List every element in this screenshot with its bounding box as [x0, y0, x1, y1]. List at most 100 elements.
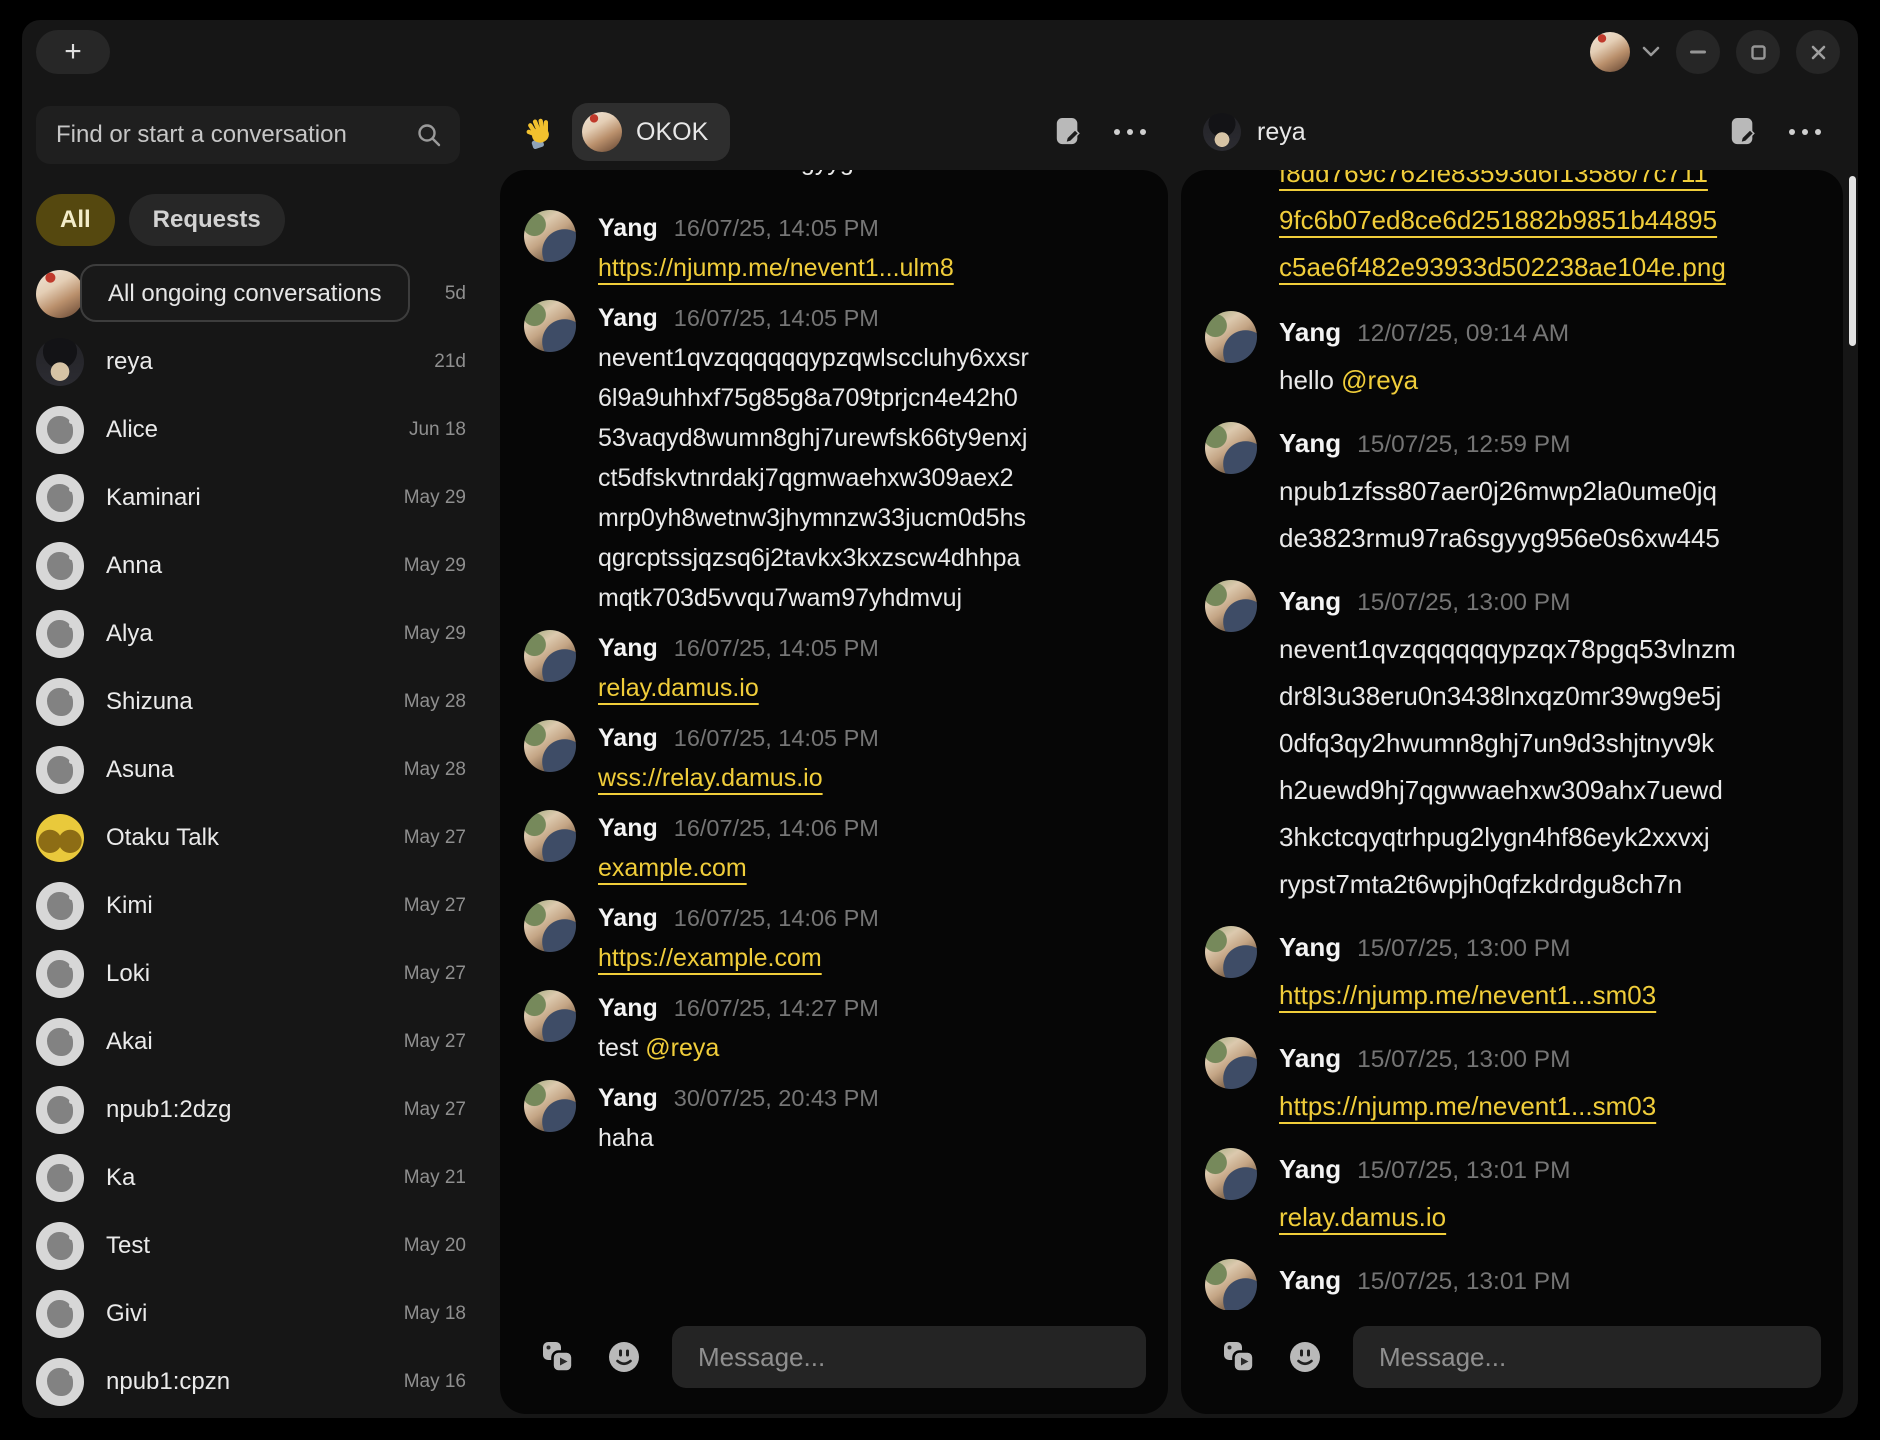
note-icon[interactable]: [1729, 116, 1757, 148]
more-options-icon[interactable]: [1789, 129, 1821, 135]
message: Yang 12/07/25, 09:14 AM hello @reya: [1205, 309, 1819, 404]
chat-reya-avatar[interactable]: [1203, 113, 1241, 151]
conversation-item[interactable]: reya21d: [36, 328, 466, 396]
emoji-icon[interactable]: [1287, 1339, 1323, 1375]
message: Yang30/07/25, 20:43 PMhaha: [524, 1078, 1144, 1158]
avatar: [1205, 580, 1257, 632]
message-text: mrp0yh8wetnw3jhymnzw33jucm0d5hs: [598, 498, 1029, 538]
message: Yang15/07/25, 12:59 PMnpub1zfss807aer0j2…: [1205, 420, 1819, 562]
message-author: Yang: [1279, 1146, 1341, 1193]
avatar: [36, 1222, 84, 1270]
new-conversation-button[interactable]: +: [36, 30, 110, 74]
message-timestamp: 16/07/25, 14:05 PM: [674, 718, 879, 758]
message-text: de3823rmu97ra6sgyyg956e0s6xw445: [1279, 515, 1720, 562]
search-box[interactable]: [36, 106, 460, 164]
mention[interactable]: @reya: [645, 1034, 719, 1062]
message-text: 3hkctcqyqtrhpug2lygn4hf86eyk2xxvxj: [1279, 814, 1736, 861]
message-input[interactable]: [1353, 1326, 1821, 1388]
conversation-item[interactable]: KaMay 21: [36, 1144, 466, 1212]
tab-all[interactable]: All: [36, 194, 115, 246]
message-author: Yang: [1279, 924, 1341, 971]
message: f8dd769c762fe83593d6f13586/7c7119fc6b07e…: [1205, 170, 1819, 291]
chat-reya-composer: [1181, 1310, 1843, 1414]
message-text: test: [598, 1034, 645, 1062]
more-options-icon[interactable]: [1114, 129, 1146, 135]
message-timestamp: 12/07/25, 09:14 AM: [1357, 310, 1569, 357]
attach-media-icon[interactable]: [540, 1339, 576, 1375]
conversation-item[interactable]: npub1:2dzgMay 27: [36, 1076, 466, 1144]
conversation-item[interactable]: KaminariMay 29: [36, 464, 466, 532]
message-link[interactable]: wss://relay.damus.io: [598, 758, 879, 798]
conversation-date: May 20: [404, 1235, 466, 1257]
message-text: nevent1qvzqqqqqqypzqwlsccluhy6xxsr: [598, 338, 1029, 378]
message: Yang16/07/25, 14:06 PMhttps://example.co…: [524, 898, 1144, 978]
chat-okok-header: OKOK: [500, 94, 1168, 170]
conversation-date: May 16: [404, 1371, 466, 1393]
message-timestamp: 15/07/25, 13:00 PM: [1357, 925, 1570, 972]
message-author: Yang: [598, 718, 658, 758]
conversation-item[interactable]: ShizunaMay 28: [36, 668, 466, 736]
note-icon[interactable]: [1054, 116, 1082, 148]
message-link[interactable]: c5ae6f482e93933d502238ae104e.png: [1279, 244, 1726, 291]
conversation-item[interactable]: AkaiMay 27: [36, 1008, 466, 1076]
avatar: [524, 1080, 576, 1132]
message: de3823rmu97ra6sgyyg956e0s6xw445: [524, 170, 1144, 196]
chat-okok-title-pill[interactable]: OKOK: [572, 103, 730, 161]
message-link[interactable]: f8dd769c762fe83593d6f13586/7c711: [1279, 170, 1726, 197]
avatar: [36, 338, 84, 386]
avatar: [36, 270, 84, 318]
conversation-item[interactable]: TestMay 20: [36, 1212, 466, 1280]
message-link[interactable]: example.com: [598, 848, 879, 888]
message-author: Yang: [1279, 578, 1341, 625]
conversation-item[interactable]: LokiMay 27: [36, 940, 466, 1008]
avatar: [36, 882, 84, 930]
chevron-down-icon[interactable]: [1642, 46, 1660, 58]
message: Yang 16/07/25, 14:27 PM test @reya: [524, 988, 1144, 1068]
mention[interactable]: @reya: [1341, 365, 1418, 395]
conversation-date: May 28: [404, 759, 466, 781]
message-link[interactable]: relay.damus.io: [598, 668, 879, 708]
message: Yang15/07/25, 13:01 PMrelay.damus.io: [1205, 1146, 1819, 1241]
conversation-item[interactable]: AnnaMay 29: [36, 532, 466, 600]
avatar: [36, 1358, 84, 1406]
close-button[interactable]: [1796, 30, 1840, 74]
message-link[interactable]: https://example.com: [598, 938, 879, 978]
tab-requests[interactable]: Requests: [129, 194, 285, 246]
attach-media-icon[interactable]: [1221, 1339, 1257, 1375]
message-link[interactable]: 9fc6b07ed8ce6d251882b9851b44895: [1279, 197, 1726, 244]
emoji-icon[interactable]: [606, 1339, 642, 1375]
conversation-item[interactable]: Otaku TalkMay 27: [36, 804, 466, 872]
message-text: hello: [1279, 365, 1341, 395]
message-link[interactable]: relay.damus.io: [1279, 1194, 1570, 1241]
message-link[interactable]: https://njump.me/nevent1...sm03: [1279, 1083, 1656, 1130]
conversation-item[interactable]: AlyaMay 29: [36, 600, 466, 668]
message-text: dr8l3u38eru0n3438lnxqz0mr39wg9e5j: [1279, 673, 1736, 720]
message: Yang 16/07/25, 14:05 PMwss://relay.damus.…: [524, 718, 1144, 798]
avatar: [36, 814, 84, 862]
scrollbar-thumb[interactable]: [1849, 176, 1856, 346]
message-timestamp: 16/07/25, 14:27 PM: [674, 988, 879, 1028]
avatar: [36, 1290, 84, 1338]
maximize-button[interactable]: [1736, 30, 1780, 74]
message-author: Yang: [598, 988, 658, 1028]
conversation-item[interactable]: KimiMay 27: [36, 872, 466, 940]
conversation-item[interactable]: npub1:cpznMay 16: [36, 1348, 466, 1416]
conversation-name: reya: [106, 348, 412, 376]
search-input[interactable]: [54, 120, 416, 150]
waving-hand-icon: [522, 115, 556, 149]
message-link[interactable]: https://njump.me/nevent1...sm03: [1279, 972, 1656, 1019]
conversation-item[interactable]: GiviMay 18: [36, 1280, 466, 1348]
avatar: [36, 1018, 84, 1066]
chat-okok-message-area: de3823rmu97ra6sgyyg956e0s6xw445Yang16/07…: [500, 170, 1168, 1414]
minimize-button[interactable]: [1676, 30, 1720, 74]
conversation-item[interactable]: AliceJun 18: [36, 396, 466, 464]
message-input[interactable]: [672, 1326, 1146, 1388]
conversation-name: Anna: [106, 552, 382, 580]
conversation-name: Akai: [106, 1028, 382, 1056]
message-author: Yang: [1279, 309, 1341, 356]
conversation-name: Alya: [106, 620, 382, 648]
current-user-avatar[interactable]: [1590, 32, 1630, 72]
chat-okok-avatar: [582, 112, 622, 152]
conversation-item[interactable]: AsunaMay 28: [36, 736, 466, 804]
message-link[interactable]: https://njump.me/nevent1...ulm8: [598, 248, 954, 288]
